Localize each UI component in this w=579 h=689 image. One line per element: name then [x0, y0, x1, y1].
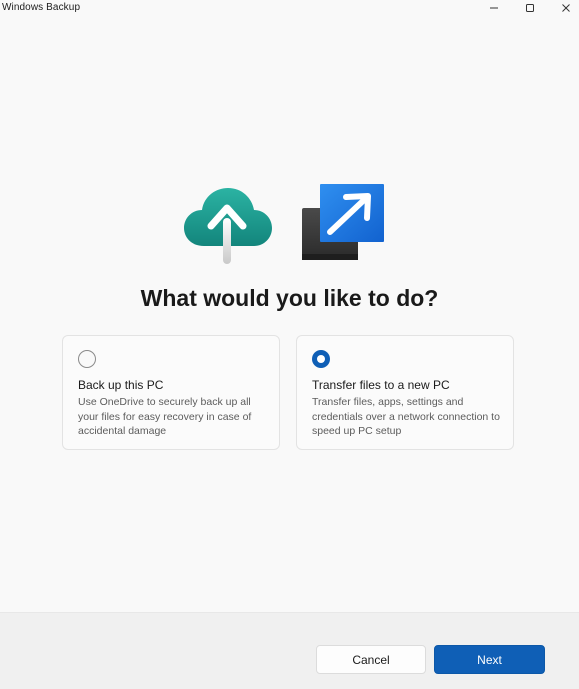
- option-card-transfer[interactable]: Transfer files to a new PC Transfer file…: [296, 335, 514, 450]
- hero-illustration: [184, 184, 384, 264]
- close-button[interactable]: [548, 0, 579, 16]
- transfer-arrow-icon: [302, 184, 384, 260]
- page-heading: What would you like to do?: [140, 285, 439, 311]
- cloud-upload-icon: [184, 188, 272, 264]
- radio-transfer[interactable]: [312, 350, 330, 368]
- option-title-transfer: Transfer files to a new PC: [312, 378, 450, 392]
- maximize-icon: [526, 4, 534, 12]
- option-description-backup: Use OneDrive to securely back up all you…: [78, 396, 252, 437]
- minimize-icon: [490, 7, 498, 9]
- next-button[interactable]: Next: [434, 645, 545, 674]
- window-title: Windows Backup: [2, 2, 81, 13]
- maximize-button[interactable]: [512, 0, 548, 16]
- option-title-backup: Back up this PC: [78, 378, 164, 392]
- close-icon: [562, 4, 570, 12]
- footer-bar: Cancel Next: [0, 612, 579, 689]
- minimize-button[interactable]: [476, 0, 512, 16]
- title-bar: Windows Backup: [0, 0, 579, 16]
- windows-backup-window: Windows Backup What would you like to do…: [0, 0, 579, 689]
- option-description-transfer: Transfer files, apps, settings and crede…: [312, 396, 500, 437]
- cancel-button[interactable]: Cancel: [316, 645, 426, 674]
- option-card-backup[interactable]: Back up this PC Use OneDrive to securely…: [62, 335, 280, 450]
- radio-backup[interactable]: [78, 350, 96, 368]
